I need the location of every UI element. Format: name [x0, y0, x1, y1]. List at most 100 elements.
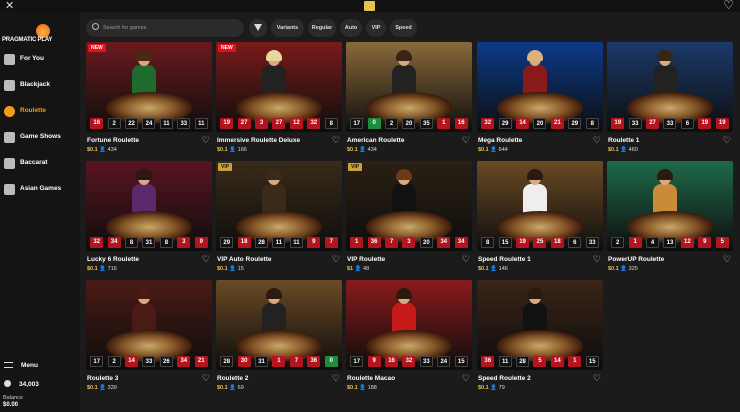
game-card[interactable]: 29 18 28 11 11 9 7 VIP VIP Auto Roulette $0.1 👤 1…	[216, 161, 342, 274]
game-title[interactable]: VIP Roulette	[347, 256, 385, 263]
result-number: 15	[454, 356, 468, 367]
flame-logo-icon	[36, 24, 50, 38]
game-thumbnail[interactable]: 32 34 8 31 8 3 9	[86, 161, 212, 251]
baccarat-icon	[4, 158, 15, 169]
favorite-heart-icon[interactable]: ♡	[332, 374, 340, 383]
sidebar-item-label: Asian Games	[20, 185, 62, 192]
user-icon: 👤	[490, 147, 498, 153]
game-card[interactable]: 32 34 8 31 8 3 9 Lucky 6 Roulette $0.1 👤 716 ♡	[86, 161, 212, 274]
favorite-heart-icon[interactable]: ♡	[462, 255, 470, 264]
game-card[interactable]: 8 15 19 25 18 6 33 Speed Roulette 1 $0.1 👤 146 ♡	[477, 161, 603, 274]
sidebar-item-for-you[interactable]: For You	[0, 50, 80, 72]
game-title[interactable]: Immersive Roulette Deluxe	[217, 137, 300, 144]
game-card[interactable]: 19 27 3 27 12 32 8 NEW Immersive Roulette Deluxe…	[216, 42, 342, 155]
game-title[interactable]: Roulette 3	[87, 375, 118, 382]
chip-variants[interactable]: Variants	[271, 19, 304, 37]
game-thumbnail[interactable]: 2 1 4 13 12 9 5	[607, 161, 733, 251]
pragmatic-play-logo[interactable]: PRAGMATIC PLAY	[2, 22, 60, 50]
favorites-heart-icon[interactable]: ♡	[723, 0, 734, 12]
game-card[interactable]: 16 2 22 24 11 33 11 NEW Fortune Roulette $0.1 👤 4…	[86, 42, 212, 155]
game-title[interactable]: Roulette Macao	[347, 375, 395, 382]
favorite-heart-icon[interactable]: ♡	[202, 255, 210, 264]
game-title[interactable]: Mega Roulette	[478, 137, 522, 144]
favorite-heart-icon[interactable]: ♡	[462, 136, 470, 145]
favorite-heart-icon[interactable]: ♡	[332, 136, 340, 145]
game-thumbnail[interactable]: 19 33 27 33 6 19 19	[607, 42, 733, 132]
game-card[interactable]: 28 30 31 1 7 36 0 Roulette 2 $0.1 👤 69 ♡	[216, 280, 342, 393]
favorite-heart-icon[interactable]: ♡	[593, 136, 601, 145]
sidebar-item-blackjack[interactable]: Blackjack	[0, 76, 80, 98]
game-card[interactable]: 2 1 4 13 12 9 5 PowerUP Roulette $0.1 👤 325 ♡	[607, 161, 733, 274]
game-card[interactable]: 36 11 28 5 14 1 15 Speed Roulette 2 $0.1 👤 79 ♡	[477, 280, 603, 393]
favorite-heart-icon[interactable]: ♡	[723, 255, 731, 264]
favorite-heart-icon[interactable]: ♡	[462, 374, 470, 383]
expand-icon[interactable]	[364, 1, 375, 11]
favorite-heart-icon[interactable]: ♡	[723, 136, 731, 145]
dealer-hair	[396, 288, 412, 299]
filter-button[interactable]	[249, 19, 267, 37]
menu-button[interactable]: Menu	[4, 362, 38, 369]
game-card[interactable]: 32 29 14 20 21 29 8 Mega Roulette $0.1 👤 644 ♡	[477, 42, 603, 155]
sidebar-item-asian-games[interactable]: Asian Games	[0, 180, 80, 202]
chip-auto[interactable]: Auto	[340, 19, 362, 37]
game-title[interactable]: Roulette 1	[608, 137, 639, 144]
sidebar-item-roulette[interactable]: Roulette	[0, 102, 80, 124]
game-card[interactable]: 1 36 7 3 20 34 34 VIP VIP Roulette $1 👤 48 ♡	[346, 161, 472, 274]
search-box[interactable]	[86, 19, 244, 37]
search-input[interactable]	[103, 22, 238, 34]
game-card[interactable]: 17 2 14 33 26 34 21 Roulette 3 $0.1 👤 339 ♡	[86, 280, 212, 393]
favorite-heart-icon[interactable]: ♡	[332, 255, 340, 264]
game-title[interactable]: Fortune Roulette	[87, 137, 139, 144]
chip-regular[interactable]: Regular	[308, 19, 336, 37]
game-thumbnail[interactable]: 1 36 7 3 20 34 34 VIP	[346, 161, 472, 251]
game-title[interactable]: American Roulette	[347, 137, 404, 144]
sidebar-item-game-shows[interactable]: Game Shows	[0, 128, 80, 150]
result-number: 33	[419, 356, 433, 367]
result-number: 11	[498, 356, 512, 367]
sparkle-icon	[4, 54, 15, 65]
game-title[interactable]: Lucky 6 Roulette	[87, 256, 139, 263]
game-thumbnail[interactable]: 28 30 31 1 7 36 0	[216, 280, 342, 370]
game-title[interactable]: VIP Auto Roulette	[217, 256, 272, 263]
sidebar-item-baccarat[interactable]: Baccarat	[0, 154, 80, 176]
result-number: 2	[385, 118, 399, 129]
min-stake: $0.1	[347, 147, 358, 153]
game-thumbnail[interactable]: 19 27 3 27 12 32 8 NEW	[216, 42, 342, 132]
game-title[interactable]: PowerUP Roulette	[608, 256, 664, 263]
game-title[interactable]: Speed Roulette 1	[478, 256, 531, 263]
user-icon: 👤	[490, 385, 498, 391]
game-thumbnail[interactable]: 17 0 2 20 35 1 16	[346, 42, 472, 132]
user-icon: 👤	[620, 147, 628, 153]
close-icon[interactable]: ✕	[5, 0, 14, 12]
result-number: 25	[533, 237, 547, 248]
favorite-heart-icon[interactable]: ♡	[202, 136, 210, 145]
dealer-hair	[527, 169, 543, 180]
game-title[interactable]: Roulette 2	[217, 375, 248, 382]
result-number: 14	[550, 356, 564, 367]
dealer-hair	[136, 288, 152, 299]
game-thumbnail[interactable]: 17 9 16 32 33 24 15	[346, 280, 472, 370]
recent-results: 8 15 19 25 18 6 33	[477, 237, 603, 249]
game-thumbnail[interactable]: 36 11 28 5 14 1 15	[477, 280, 603, 370]
player-count: 325	[628, 266, 638, 272]
favorite-heart-icon[interactable]: ♡	[593, 255, 601, 264]
game-thumbnail[interactable]: 32 29 14 20 21 29 8	[477, 42, 603, 132]
game-thumbnail[interactable]: 29 18 28 11 11 9 7 VIP	[216, 161, 342, 251]
game-thumbnail[interactable]: 16 2 22 24 11 33 11 NEW	[86, 42, 212, 132]
chip-vip[interactable]: VIP	[366, 19, 386, 37]
game-card[interactable]: 19 33 27 33 6 19 19 Roulette 1 $0.1 👤 460 ♡	[607, 42, 733, 155]
game-title[interactable]: Speed Roulette 2	[478, 375, 531, 382]
min-stake: $0.1	[217, 385, 228, 391]
game-card[interactable]: 17 9 16 32 33 24 15 Roulette Macao $0.1 👤 188 ♡	[346, 280, 472, 393]
game-card[interactable]: 17 0 2 20 35 1 16 American Roulette $0.1 👤 434 ♡	[346, 42, 472, 155]
game-meta: $0.1 👤 339	[87, 385, 117, 391]
chip-speed[interactable]: Speed	[390, 19, 417, 37]
favorite-heart-icon[interactable]: ♡	[202, 374, 210, 383]
game-thumbnail[interactable]: 8 15 19 25 18 6 33	[477, 161, 603, 251]
result-number: 31	[255, 356, 269, 367]
game-meta: $0.1 👤 166	[217, 147, 247, 153]
favorite-heart-icon[interactable]: ♡	[593, 374, 601, 383]
game-thumbnail[interactable]: 17 2 14 33 26 34 21	[86, 280, 212, 370]
game-meta: $0.1 👤 434	[87, 147, 117, 153]
recent-results: 1 36 7 3 20 34 34	[346, 237, 472, 249]
